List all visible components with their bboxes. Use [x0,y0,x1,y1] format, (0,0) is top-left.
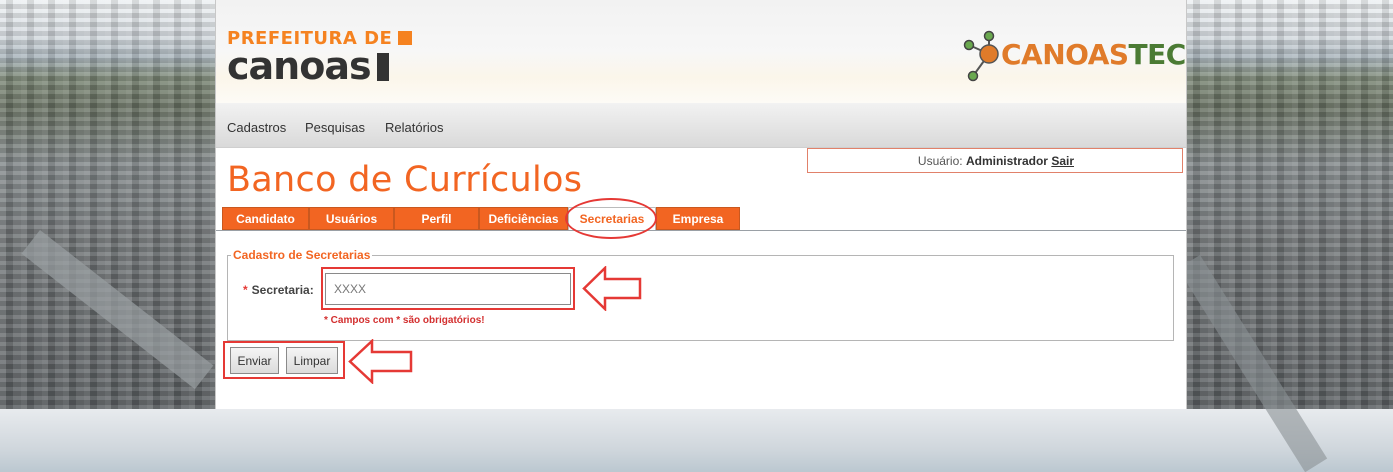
user-prefix: Usuário: [917,154,963,168]
menu-item-pesquisas[interactable]: Pesquisas [305,120,365,135]
header: PREFEITURA DE canoas CANOASTEC [216,0,1186,103]
submit-button[interactable]: Enviar [230,347,279,374]
page-container: PREFEITURA DE canoas CANOASTEC Cadastros… [215,0,1187,409]
logout-link[interactable]: Sair [1051,154,1074,168]
left-arrow-icon [582,266,642,311]
menu-item-cadastros[interactable]: Cadastros [227,120,286,135]
tab-secretarias[interactable]: Secretarias [568,207,656,231]
canoastec-logo[interactable]: CANOASTEC [961,30,1186,85]
tab-deficiencias[interactable]: Deficiências [479,207,568,230]
tab-empresa[interactable]: Empresa [656,207,740,230]
background-city-right [1187,0,1393,409]
logo-square-icon [398,31,413,45]
canoastec-logo-part2: TEC [1128,38,1187,71]
form-legend: Cadastro de Secretarias [233,248,371,262]
prefeitura-logo-line2: canoas [227,44,372,88]
user-info: Usuário: Administrador Sair [807,148,1183,173]
required-mark: * [243,283,248,297]
tab-usuarios[interactable]: Usuários [309,207,394,230]
tab-divider [216,230,1186,231]
user-name: Administrador [965,154,1048,168]
logo-bar-icon [376,53,389,81]
secretaria-label: * Secretaria: [243,283,314,297]
prefeitura-logo[interactable]: PREFEITURA DE canoas [227,30,413,85]
secretaria-label-text: Secretaria: [251,283,314,297]
page-title: Banco de Currículos [227,160,583,200]
main-menu: Cadastros Pesquisas Relatórios [216,103,1186,148]
tab-perfil[interactable]: Perfil [394,207,479,230]
left-arrow-icon [348,339,413,384]
required-fields-note: * Campos com * são obrigatórios! [324,315,485,326]
canoastec-logo-part1: CANOAS [1001,38,1129,71]
secretaria-input[interactable] [325,273,571,305]
menu-item-relatorios[interactable]: Relatórios [385,120,444,135]
tab-candidato[interactable]: Candidato [222,207,309,230]
molecule-icon [963,30,999,82]
reset-button[interactable]: Limpar [286,347,338,374]
